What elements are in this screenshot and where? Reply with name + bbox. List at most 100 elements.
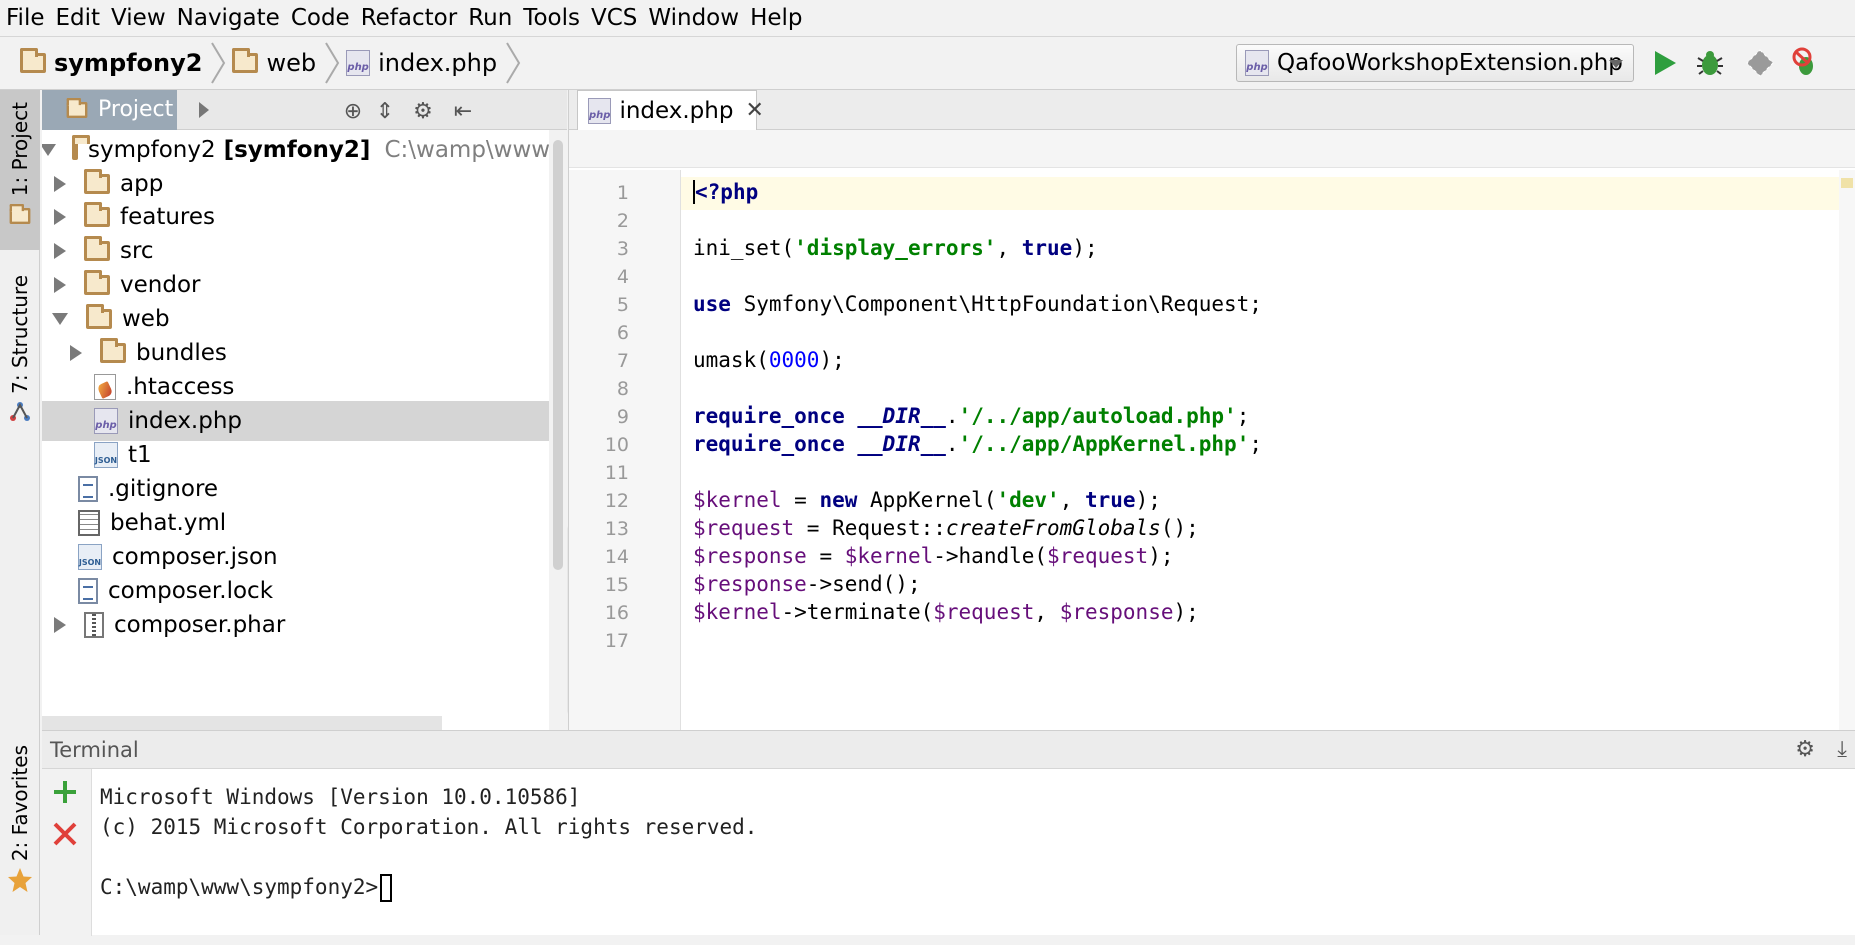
folder-icon [86, 304, 112, 329]
close-icon[interactable]: ✕ [745, 98, 763, 123]
chevron-right-icon [54, 277, 66, 293]
folder-icon [84, 202, 110, 227]
line-number: 14 [604, 546, 629, 568]
scrollbar-thumb[interactable] [553, 140, 563, 570]
terminal-title: Terminal [50, 737, 139, 762]
collapse-all-icon[interactable]: ⇕ [372, 98, 398, 124]
chevron-right-icon[interactable] [197, 101, 211, 119]
horizontal-scrollbar[interactable] [42, 716, 442, 730]
run-button[interactable] [1649, 47, 1681, 79]
run-configuration-select[interactable]: php QafooWorkshopExtension.php [1236, 44, 1634, 82]
breadcrumb-project[interactable]: sympfony2 [20, 37, 232, 89]
tree-item-composer-phar[interactable]: composer.phar [42, 605, 567, 645]
folder-icon [20, 48, 46, 73]
code-line-14[interactable]: $response = $kernel->handle($request); [693, 544, 1174, 568]
php-file-icon: php [346, 50, 371, 76]
code-line-3[interactable]: ini_set('display_errors', true); [693, 236, 1098, 260]
folder-icon [84, 270, 110, 295]
code-token: ); [819, 348, 845, 372]
code-token: 'dev' [996, 488, 1060, 512]
tool-window-favorites-tab[interactable]: 2: Favorites [0, 745, 40, 945]
code-line-13[interactable]: $request = Request::createFromGlobals(); [693, 516, 1199, 540]
debug-button[interactable] [1694, 47, 1726, 79]
tree-item-label: .htaccess [126, 374, 235, 400]
code-token: ->handle( [933, 544, 1048, 568]
code-line-16[interactable]: $kernel->terminate($request, $response); [693, 600, 1199, 624]
terminal-prompt-text: C:\wamp\www\sympfony2> [100, 875, 379, 899]
terminal-header: Terminal ⚙ ⤓ [42, 731, 1855, 769]
breadcrumb-file[interactable]: php index.php [346, 37, 527, 89]
line-number: 4 [616, 266, 629, 288]
menu-refactor[interactable]: Refactor [361, 5, 457, 31]
tree-scrollbar[interactable] [549, 130, 567, 730]
code-token: (); [1160, 516, 1199, 540]
menu-navigate[interactable]: Navigate [177, 5, 280, 31]
folder-icon [66, 97, 88, 118]
code-token: ?php [707, 180, 759, 204]
chevron-right-icon [54, 176, 66, 192]
structure-icon [10, 401, 30, 421]
code-token: $request [693, 516, 795, 540]
code-line-1[interactable]: <?php [693, 180, 758, 204]
stop-debug-button[interactable] [1790, 47, 1822, 79]
editor-scrollbar[interactable] [1839, 170, 1855, 730]
line-number: 7 [616, 350, 629, 372]
breadcrumb-folder[interactable]: web [232, 37, 346, 89]
folder-icon [9, 204, 31, 225]
code-token: 'display_errors' [794, 236, 997, 260]
code-line-7[interactable]: umask(0000); [693, 348, 845, 372]
code-token: $request [1047, 544, 1149, 568]
add-icon[interactable] [52, 779, 78, 805]
project-tab-label: 1: Project [8, 102, 32, 197]
hide-panel-icon[interactable]: ⤓ [1837, 737, 1847, 762]
line-number: 15 [604, 574, 629, 596]
close-icon[interactable] [52, 821, 78, 847]
code-token: $request [933, 600, 1035, 624]
breadcrumb-project-label: sympfony2 [54, 49, 203, 77]
code-token: AppKernel( [857, 488, 997, 512]
menu-view[interactable]: View [111, 5, 166, 31]
scroll-from-source-icon[interactable]: ⊕ [340, 98, 366, 124]
code-line-5[interactable]: use Symfony\Component\HttpFoundation\Req… [693, 292, 1262, 316]
menu-help[interactable]: Help [750, 5, 802, 31]
tool-window-structure-tab[interactable]: 7: Structure [0, 275, 40, 505]
gear-icon[interactable]: ⚙ [1795, 737, 1815, 762]
tree-item-label: behat.yml [110, 510, 227, 536]
editor-tab-index-php[interactable]: php index.php ✕ [577, 90, 764, 130]
menu-edit[interactable]: Edit [56, 5, 101, 31]
menu-code[interactable]: Code [291, 5, 350, 31]
json-file-icon: JSON [94, 442, 118, 468]
line-number: 11 [604, 462, 629, 484]
tool-window-project-tab[interactable]: 1: Project [0, 90, 40, 250]
tree-item-label: vendor [120, 272, 201, 298]
tree-item-label: composer.json [112, 544, 278, 570]
project-view-label: Project [98, 97, 174, 122]
menu-vcs[interactable]: VCS [591, 5, 637, 31]
line-number: 5 [616, 294, 629, 316]
menu-window[interactable]: Window [648, 5, 739, 31]
menu-tools[interactable]: Tools [523, 5, 580, 31]
terminal-prompt[interactable]: C:\wamp\www\sympfony2> [100, 874, 393, 902]
line-number: 13 [604, 518, 629, 540]
project-tool-window: Project ⊕ ⇕ ⚙ ⇤ sympfony2 [symfony2] C:\… [42, 90, 567, 730]
coverage-button[interactable] [1744, 47, 1776, 79]
code-line-10[interactable]: require_once __DIR__.'/../app/AppKernel.… [693, 432, 1262, 456]
code-line-15[interactable]: $response->send(); [693, 572, 921, 596]
php-file-icon: php [94, 408, 118, 434]
code-line-9[interactable]: require_once __DIR__.'/../app/autoload.p… [693, 404, 1249, 428]
menu-file[interactable]: File [6, 5, 45, 31]
menu-run[interactable]: Run [468, 5, 512, 31]
folder-icon [84, 236, 110, 261]
line-number: 6 [616, 322, 629, 344]
chevron-down-icon [1609, 60, 1623, 68]
tree-root-path: C:\wamp\www\sym [384, 137, 567, 163]
hide-panel-icon[interactable]: ⇤ [450, 98, 476, 124]
code-line-12[interactable]: $kernel = new AppKernel('dev', true); [693, 488, 1161, 512]
code-token: '/../app/AppKernel.php' [958, 432, 1250, 456]
code-token: , [996, 236, 1022, 260]
code-token: require_once [693, 404, 845, 428]
php-file-icon: php [588, 97, 612, 124]
project-view-tab[interactable]: Project [42, 90, 177, 130]
code-token: '/../app/autoload.php' [958, 404, 1237, 428]
gear-icon[interactable]: ⚙ [410, 98, 436, 124]
